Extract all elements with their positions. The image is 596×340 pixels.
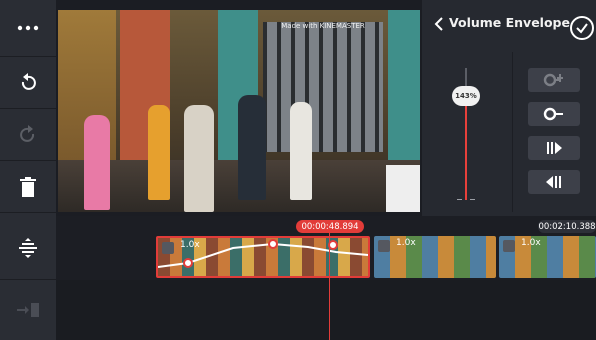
clip-speed-label: 1.0x — [180, 240, 200, 250]
empty-layer-track[interactable] — [56, 280, 596, 340]
redo-icon — [20, 124, 35, 142]
playhead[interactable] — [329, 232, 330, 340]
person-pink-shirt — [84, 115, 110, 210]
more-options-button[interactable] — [0, 0, 56, 57]
ellipsis-icon — [17, 25, 39, 31]
undo-icon — [21, 72, 36, 90]
slider-knob[interactable]: 143% — [452, 86, 480, 106]
back-icon[interactable] — [432, 16, 446, 32]
trash-icon — [20, 176, 36, 197]
confirm-button[interactable] — [570, 16, 594, 40]
timeline-clip[interactable]: 1.0x — [499, 236, 596, 278]
add-layer-icon — [17, 303, 39, 317]
person-orange-shirt — [148, 105, 170, 200]
add-keyframe-icon — [543, 73, 563, 87]
previous-keyframe-icon — [547, 142, 562, 154]
slider-min-mark — [470, 199, 475, 200]
undo-button[interactable] — [0, 57, 56, 109]
clip-speed-label: 1.0x — [396, 238, 416, 248]
clip-type-icon — [378, 240, 390, 252]
temple-gate — [263, 22, 383, 152]
next-keyframe-icon — [546, 176, 561, 188]
layer-adjust-button[interactable] — [0, 216, 56, 280]
current-time-badge: 00:00:48.894 — [296, 220, 364, 233]
next-keyframe-button[interactable] — [528, 170, 580, 194]
layer-split-icon — [19, 237, 37, 258]
redo-button[interactable] — [0, 109, 56, 161]
person-dark-shirt — [238, 95, 266, 200]
clip-thumbnails — [374, 236, 496, 278]
person-white-shirt — [184, 105, 214, 212]
total-time-badge: 00:02:10.388 — [538, 220, 596, 233]
remove-keyframe-button[interactable] — [528, 102, 580, 126]
volume-envelope-panel: Volume Envelope 143% — [422, 0, 596, 216]
add-layer-button[interactable] — [0, 280, 56, 340]
remove-keyframe-icon — [543, 107, 563, 121]
clip-speed-label: 1.0x — [521, 238, 541, 248]
checkmark-icon — [576, 23, 588, 34]
add-keyframe-button[interactable] — [528, 68, 580, 92]
timeline-clip-selected[interactable]: 1.0x — [156, 236, 370, 278]
person-white-shirt-right — [290, 102, 312, 200]
clip-type-icon — [503, 240, 515, 252]
previous-keyframe-button[interactable] — [528, 136, 580, 160]
slider-min-mark — [457, 199, 462, 200]
delete-button[interactable] — [0, 161, 56, 213]
volume-slider[interactable]: 143% — [444, 52, 504, 212]
panel-divider — [512, 52, 513, 212]
plastic-chair — [386, 165, 420, 212]
clip-type-icon — [162, 242, 174, 254]
video-preview[interactable]: Made with KINEMASTER — [58, 10, 420, 212]
panel-header: Volume Envelope — [422, 0, 596, 48]
slider-fill — [465, 96, 467, 200]
watermark: Made with KINEMASTER — [281, 22, 365, 30]
timeline-clip[interactable]: 1.0x — [374, 236, 496, 278]
panel-title: Volume Envelope — [449, 15, 570, 30]
left-toolbar — [0, 0, 56, 340]
